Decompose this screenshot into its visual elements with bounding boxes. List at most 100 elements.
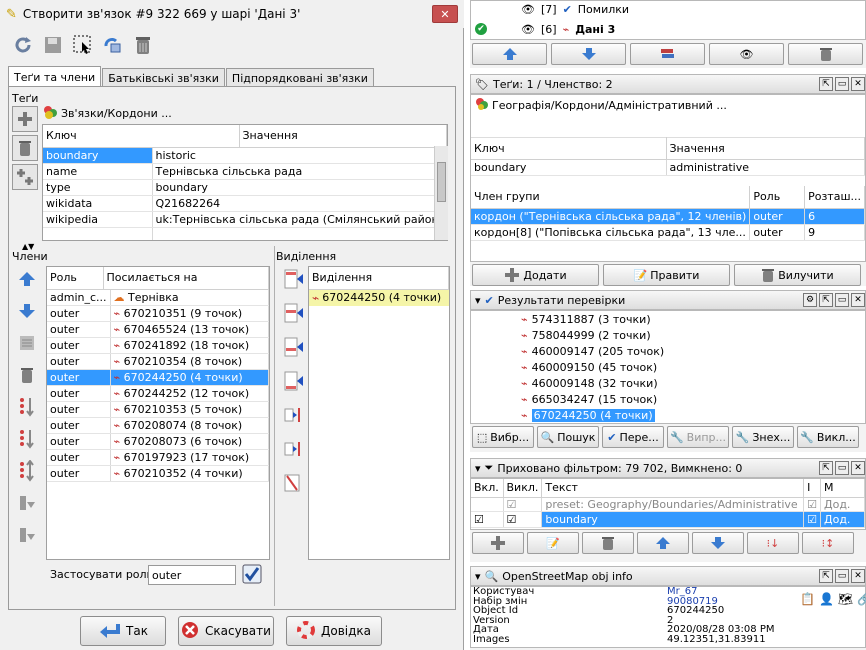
close-window-button[interactable]: ✕ bbox=[432, 5, 458, 23]
membership-row[interactable]: кордон ("Тернівська сільська рада", 12 ч… bbox=[471, 208, 865, 225]
move-filter-up-button[interactable] bbox=[637, 532, 689, 554]
cancel-button[interactable]: Скасувати bbox=[178, 616, 274, 646]
select-members-icon[interactable] bbox=[70, 32, 96, 58]
tags-scrollbar[interactable] bbox=[434, 146, 448, 240]
member-row[interactable]: admin_c... ☁ Тернівка bbox=[47, 289, 269, 306]
member-row[interactable]: outer ⌁ 670210353 (5 точок) bbox=[47, 401, 269, 418]
add-button[interactable]: Додати bbox=[472, 264, 599, 286]
eye-icon[interactable]: 👁 bbox=[521, 23, 535, 36]
reverse-filter-icon[interactable]: ⁝↕ bbox=[802, 532, 854, 554]
close-panel-icon[interactable]: ✕ bbox=[851, 569, 865, 583]
paste-tags-icon[interactable] bbox=[12, 164, 38, 190]
validation-item[interactable]: ⌁ 758044999 (2 точки) bbox=[471, 327, 865, 343]
value-header[interactable]: Значення bbox=[666, 137, 865, 160]
add-at-end-icon[interactable] bbox=[280, 368, 306, 394]
enabled-header[interactable]: Вкл. bbox=[471, 479, 504, 498]
move-down-icon[interactable] bbox=[14, 298, 40, 324]
tag-key-cell[interactable]: wikipedia bbox=[43, 211, 153, 228]
invert-checkbox[interactable]: ☑ bbox=[803, 497, 821, 512]
tab-tags-and-members[interactable]: Теґи та члени bbox=[8, 66, 102, 88]
text-header[interactable]: Текст bbox=[541, 479, 805, 498]
tab-parent-relations[interactable]: Батьківські зв'язки bbox=[102, 68, 225, 88]
tag-key-cell[interactable]: wikidata bbox=[43, 195, 153, 212]
merge-layer-button[interactable] bbox=[630, 43, 705, 65]
delete-tag-icon[interactable] bbox=[12, 135, 38, 161]
member-role-cell[interactable]: outer bbox=[47, 369, 111, 386]
sort-filter-icon[interactable]: ⁝↓ bbox=[747, 532, 799, 554]
member-role-cell[interactable]: outer bbox=[47, 385, 111, 402]
tag-row[interactable]: type boundary bbox=[43, 179, 447, 196]
validation-item[interactable]: ⌁ 665034247 (15 точок) bbox=[471, 391, 865, 407]
add-after-icon[interactable] bbox=[280, 334, 306, 360]
excluded-checkbox[interactable]: ☑ bbox=[503, 497, 543, 512]
tag-value-cell[interactable]: Q21682264 bbox=[152, 195, 447, 212]
move-up-icon[interactable] bbox=[14, 266, 40, 292]
member-row[interactable]: outer ⌁ 670465524 (13 точок) bbox=[47, 321, 269, 338]
delete-button[interactable]: Вилучити bbox=[734, 264, 861, 286]
member-role-cell[interactable]: outer bbox=[47, 353, 111, 370]
validation-item[interactable]: ⌁ 460009147 (205 точок) bbox=[471, 343, 865, 359]
minimize-panel-icon[interactable]: ▭ bbox=[835, 569, 849, 583]
preset-link[interactable]: Географія/Кордони/Адміністративний ... bbox=[471, 95, 865, 115]
history-icon[interactable]: 📋 bbox=[800, 592, 815, 606]
download-members-icon[interactable] bbox=[14, 490, 40, 516]
tag-row[interactable]: name Тернівська сільська рада bbox=[43, 163, 447, 180]
map-icon[interactable]: 🗺 bbox=[838, 592, 853, 606]
enabled-checkbox[interactable]: ☑ bbox=[471, 511, 504, 528]
membership-row[interactable]: кордон[8] ("Попівська сільська рада", 13… bbox=[471, 224, 865, 241]
reverse-members-icon[interactable] bbox=[14, 458, 40, 484]
add-filter-button[interactable] bbox=[472, 532, 524, 554]
edit-filter-button[interactable]: 📝 bbox=[527, 532, 579, 554]
select-from-members-icon[interactable] bbox=[280, 436, 306, 462]
member-row[interactable]: outer ⌁ 670244250 (4 точки) bbox=[47, 369, 269, 386]
download-incomplete-icon[interactable] bbox=[14, 522, 40, 548]
select-in-members-icon[interactable] bbox=[280, 402, 306, 428]
ok-button[interactable]: Так bbox=[80, 616, 166, 646]
tag-value-cell[interactable]: uk:Тернівська сільська рада (Смілянський… bbox=[152, 211, 447, 228]
tag-key-cell[interactable]: name bbox=[43, 163, 153, 180]
selection-header[interactable]: Виділення bbox=[309, 267, 449, 290]
tag-value-header[interactable]: Значення bbox=[239, 125, 447, 148]
remove-selected-icon[interactable] bbox=[280, 470, 306, 496]
member-role-cell[interactable]: outer bbox=[47, 305, 111, 322]
sort-members-icon[interactable] bbox=[14, 394, 40, 420]
member-role-cell[interactable]: outer bbox=[47, 465, 111, 482]
save-icon[interactable] bbox=[40, 32, 66, 58]
edit-button[interactable]: 📝 Правити bbox=[603, 264, 730, 286]
member-role-header[interactable]: Роль bbox=[47, 267, 104, 290]
sort-below-icon[interactable] bbox=[14, 426, 40, 452]
add-before-icon[interactable] bbox=[280, 300, 306, 326]
close-panel-icon[interactable]: ✕ bbox=[851, 461, 865, 475]
member-row[interactable]: outer ⌁ 670197923 (17 точок) bbox=[47, 449, 269, 466]
member-row[interactable]: outer ⌁ 670208073 (6 точок) bbox=[47, 433, 269, 450]
member-row[interactable]: outer ⌁ 670210354 (8 точок) bbox=[47, 353, 269, 370]
selection-item[interactable]: ⌁ 670244250 (4 точки) bbox=[309, 289, 449, 306]
close-panel-icon[interactable]: ✕ bbox=[851, 293, 865, 307]
member-role-cell[interactable]: admin_c... bbox=[47, 289, 111, 306]
collapse-icon[interactable]: ▾ bbox=[475, 294, 481, 307]
remove-member-icon[interactable] bbox=[14, 362, 40, 388]
apply-role-input[interactable] bbox=[148, 565, 236, 585]
fix-button[interactable]: 🔧 Випр... bbox=[667, 426, 729, 448]
collapse-icon[interactable]: ▾ bbox=[475, 462, 481, 475]
detach-panel-icon[interactable]: ⇱ bbox=[819, 569, 833, 583]
detach-panel-icon[interactable]: ⇱ bbox=[819, 461, 833, 475]
validation-item[interactable]: ⌁ 460009150 (45 точок) bbox=[471, 359, 865, 375]
tab-child-relations[interactable]: Підпорядковані зв'язки bbox=[225, 68, 374, 88]
invert-checkbox[interactable]: ☑ bbox=[803, 511, 821, 528]
member-row[interactable]: outer ⌁ 670241892 (18 точок) bbox=[47, 337, 269, 354]
search-button[interactable]: 🔍 Пошук bbox=[537, 426, 599, 448]
tag-row[interactable]: boundary historic bbox=[43, 147, 447, 164]
layer-row-active[interactable]: ✔ 👁 [6] ⌁ Дані 3 bbox=[471, 21, 865, 37]
move-filter-down-button[interactable] bbox=[692, 532, 744, 554]
member-row[interactable]: outer ⌁ 670244252 (12 точок) bbox=[47, 385, 269, 402]
add-at-start-icon[interactable] bbox=[280, 266, 306, 292]
ignore-button[interactable]: 🔧 Знех... bbox=[732, 426, 794, 448]
role-header[interactable]: Роль bbox=[749, 186, 806, 209]
member-role-cell[interactable]: outer bbox=[47, 337, 111, 354]
validation-item[interactable]: ⌁ 460009148 (32 точки) bbox=[471, 375, 865, 391]
minimize-panel-icon[interactable]: ▭ bbox=[835, 461, 849, 475]
tag-value-cell[interactable]: Тернівська сільська рада bbox=[152, 163, 447, 180]
member-row[interactable]: outer ⌁ 670208074 (8 точок) bbox=[47, 417, 269, 434]
select-button[interactable]: ⬚ Вибр... bbox=[472, 426, 534, 448]
